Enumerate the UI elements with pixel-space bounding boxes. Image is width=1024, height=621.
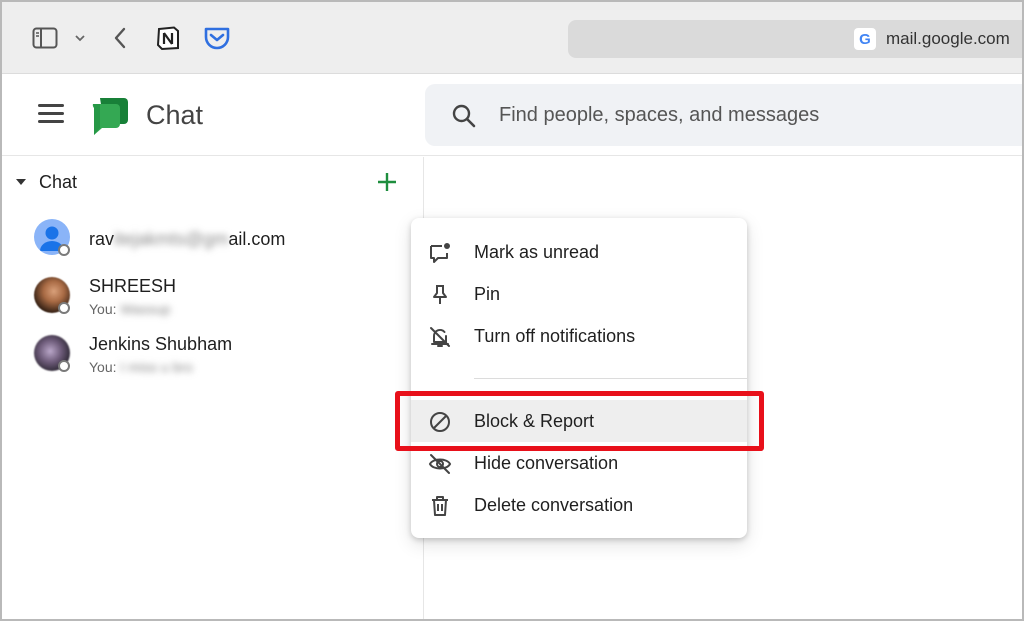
- presence-status-icon: [58, 244, 70, 256]
- chat-name: ravitejakmts@gmail.com: [89, 229, 286, 249]
- menu-item-mark-unread[interactable]: Mark as unread: [411, 231, 747, 273]
- chat-list-item[interactable]: Jenkins Shubham You: I miss u bro: [2, 327, 424, 383]
- pocket-extension-icon[interactable]: [202, 24, 232, 52]
- redacted-text: I miss u bro: [120, 359, 193, 375]
- mark-unread-icon: [428, 241, 452, 265]
- new-chat-button[interactable]: [374, 169, 400, 195]
- sidebar-toggle-icon[interactable]: [30, 24, 60, 52]
- url-text: mail.google.com: [886, 29, 1010, 48]
- menu-item-turn-off-notifications[interactable]: Turn off notifications: [411, 315, 747, 357]
- notion-extension-icon[interactable]: [154, 24, 182, 52]
- chat-section-label: Chat: [39, 172, 78, 192]
- redacted-text: itejakmts@gm: [114, 229, 229, 249]
- chat-list-item[interactable]: ravitejakmts@gmail.com: [2, 211, 424, 267]
- browser-toolbar: G mail.google.com: [2, 2, 1022, 74]
- chat-sidebar: Chat ravitejakmts@gmail.com SHREESH You:…: [2, 157, 424, 619]
- trash-icon: [428, 494, 452, 518]
- google-chat-logo: [90, 96, 130, 136]
- pin-icon: [428, 283, 452, 307]
- eye-off-icon: [428, 452, 452, 476]
- main-menu-icon[interactable]: [38, 104, 66, 126]
- presence-status-icon: [58, 302, 70, 314]
- screenshot-frame: G mail.google.com Chat Find people, spac…: [0, 0, 1024, 621]
- chat-name: SHREESH: [89, 276, 177, 296]
- plus-icon: [378, 173, 396, 191]
- conversation-context-menu: Mark as unread Pin Turn off notification…: [411, 218, 747, 538]
- app-header: Chat Find people, spaces, and messages: [2, 74, 1022, 156]
- menu-divider: [474, 378, 747, 379]
- search-icon: [451, 103, 477, 134]
- bell-off-icon: [428, 325, 452, 349]
- back-arrow-icon[interactable]: [108, 24, 132, 52]
- collapse-caret-icon[interactable]: [16, 179, 26, 185]
- address-bar[interactable]: G mail.google.com: [568, 20, 1022, 58]
- presence-status-icon: [58, 360, 70, 372]
- google-favicon-icon: G: [854, 28, 876, 50]
- chat-section-header[interactable]: Chat: [2, 167, 424, 199]
- menu-item-pin[interactable]: Pin: [411, 273, 747, 315]
- search-input[interactable]: Find people, spaces, and messages: [425, 84, 1022, 146]
- chevron-down-icon[interactable]: [72, 24, 88, 52]
- chat-preview: You: Wassup: [89, 301, 171, 317]
- chat-preview: You: I miss u bro: [89, 359, 193, 375]
- red-highlight-annotation: [395, 391, 764, 451]
- menu-item-delete-conversation[interactable]: Delete conversation: [411, 484, 747, 526]
- chat-list-item[interactable]: SHREESH You: Wassup: [2, 269, 424, 325]
- app-title: Chat: [146, 100, 204, 130]
- search-placeholder: Find people, spaces, and messages: [499, 104, 820, 126]
- chat-name: Jenkins Shubham: [89, 334, 233, 354]
- redacted-text: Wassup: [120, 301, 171, 317]
